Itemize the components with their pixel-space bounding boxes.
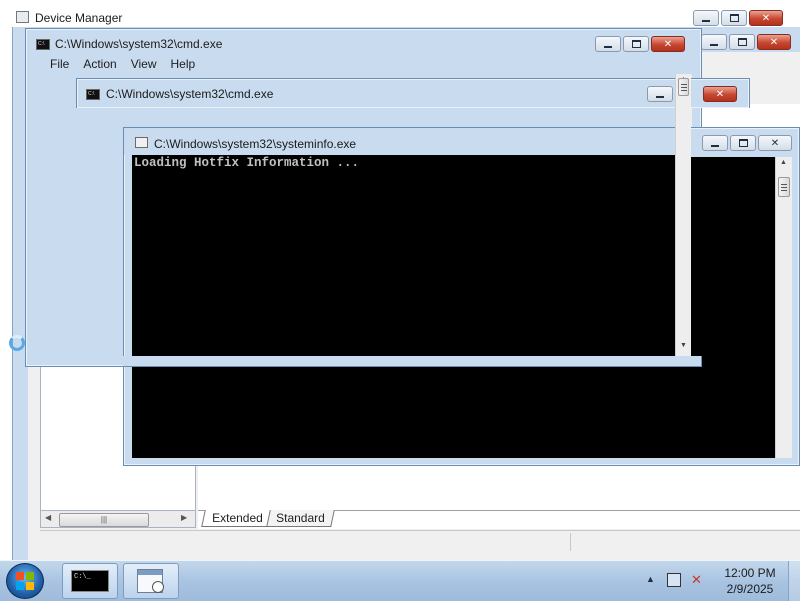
cmd2-close-button[interactable]: ✕ — [703, 86, 737, 102]
maximize-icon — [738, 139, 748, 147]
show-hidden-icons-icon[interactable]: ▲ — [646, 574, 655, 584]
menu-file[interactable]: File — [50, 57, 69, 71]
dm-close-button[interactable]: ✕ — [749, 10, 783, 26]
cmd-icon: C:\ — [36, 39, 50, 50]
thumb-grip — [680, 86, 687, 88]
close-icon: ✕ — [663, 38, 673, 50]
dm-hscroll-thumb[interactable]: ||| — [59, 513, 149, 527]
cmd1-minimize-button[interactable] — [595, 36, 621, 52]
taskbar-cmd-button[interactable]: C:\_ — [62, 563, 118, 599]
thumb-grip — [781, 183, 787, 185]
minimize-icon — [710, 43, 718, 46]
minimize-icon — [604, 45, 612, 48]
cmd-window-1-title: C:\Windows\system32\cmd.exe — [55, 37, 223, 51]
status-bar-divider — [570, 533, 571, 551]
minimize-icon — [711, 144, 719, 147]
dm-secondary-close-button[interactable]: ✕ — [757, 34, 791, 50]
volume-muted-icon[interactable]: ✕ — [691, 572, 702, 588]
thumb-grip: ||| — [100, 515, 108, 524]
tab-standard-label: Standard — [276, 511, 325, 525]
maximize-icon — [631, 40, 641, 48]
cmd1-maximize-button[interactable] — [623, 36, 649, 52]
systeminfo-window-title-visible: C:\Windows\system32\systeminfo.exe — [154, 137, 357, 151]
close-icon: ✕ — [761, 12, 771, 24]
scroll-left-icon[interactable]: ◀ — [45, 513, 51, 522]
scroll-up-icon[interactable]: ▲ — [780, 159, 787, 166]
scroll-down-icon[interactable]: ▼ — [680, 342, 687, 349]
clock-time: 12:00 PM — [724, 566, 776, 580]
start-button[interactable] — [6, 563, 44, 599]
windows-orb-icon — [16, 572, 34, 590]
console-window-icon — [135, 137, 148, 148]
cmd1-scrollbar-visible[interactable]: ▲ ▼ — [675, 74, 691, 356]
minimize-icon — [702, 19, 710, 22]
dm-menu-bar: File Action View Help — [50, 57, 195, 71]
scroll-right-icon[interactable]: ▶ — [181, 513, 187, 522]
maximize-icon — [737, 38, 747, 46]
dm-secondary-minimize-button[interactable] — [701, 34, 727, 50]
dm-minimize-button[interactable] — [693, 10, 719, 26]
busy-cursor-icon — [9, 335, 25, 351]
taskbar: C:\_ ▲ ✕ 12:00 PM 2/9/2025 — [0, 560, 800, 601]
cmd-icon: C:\ — [86, 89, 100, 100]
tab-extended-label: Extended — [212, 511, 263, 525]
si-minimize-button[interactable] — [702, 135, 728, 151]
dm-status-bar — [40, 530, 800, 553]
si-maximize-button[interactable] — [730, 135, 756, 151]
thumb-grip — [781, 186, 787, 188]
cmd1-bottom-edge — [123, 356, 702, 367]
device-manager-icon — [16, 11, 29, 23]
cmd1-close-button[interactable]: ✕ — [651, 36, 685, 52]
system-clock[interactable]: 12:00 PM 2/9/2025 — [718, 565, 782, 597]
close-icon: ✕ — [769, 36, 779, 48]
cmd2-minimize-button[interactable] — [647, 86, 673, 102]
dm-horizontal-scrollbar[interactable]: ◀ ||| ▶ — [40, 510, 196, 528]
network-disconnected-icon[interactable] — [667, 573, 681, 587]
thumb-grip — [680, 89, 687, 91]
cmd-window-2-title: C:\Windows\system32\cmd.exe — [106, 87, 274, 101]
device-manager-title: Device Manager — [35, 11, 123, 25]
cmd1-overlap-console[interactable]: Loading Hotfix Information ... — [132, 155, 675, 356]
maximize-icon — [729, 14, 739, 22]
systeminfo-output-text-visible: Loading Hotfix Information ... — [134, 156, 360, 170]
show-desktop-button[interactable] — [788, 561, 800, 601]
menu-action[interactable]: Action — [83, 57, 116, 71]
minimize-icon — [656, 95, 664, 98]
cmd-window-2: C:\ C:\Windows\system32\cmd.exe ✕ — [76, 78, 750, 108]
close-icon: ✕ — [715, 88, 725, 100]
menu-view[interactable]: View — [131, 57, 157, 71]
dm-secondary-maximize-button[interactable] — [729, 34, 755, 50]
clock-date: 2/9/2025 — [726, 582, 774, 596]
taskbar-task-scheduler-button[interactable] — [123, 563, 179, 599]
si-close-button[interactable]: ✕ — [758, 135, 792, 151]
tab-extended[interactable]: Extended — [201, 510, 274, 527]
close-icon: ✕ — [770, 137, 780, 149]
cmd-icon-text: C:\_ — [74, 573, 91, 581]
thumb-grip — [781, 189, 787, 191]
systeminfo-scroll-thumb[interactable] — [778, 177, 790, 197]
calendar-clock-icon — [137, 569, 164, 593]
cmd1-front-overlap-frame: C:\Windows\system32\systeminfo.exe — [123, 127, 675, 155]
cmd1-visible-scroll-thumb[interactable] — [678, 78, 689, 96]
dm-maximize-button[interactable] — [721, 10, 747, 26]
cmd-icon: C:\_ — [71, 570, 109, 592]
thumb-grip — [680, 83, 687, 85]
systeminfo-vertical-scrollbar[interactable]: ▲ — [775, 157, 792, 458]
menu-help[interactable]: Help — [171, 57, 196, 71]
tab-standard[interactable]: Standard — [266, 510, 335, 527]
